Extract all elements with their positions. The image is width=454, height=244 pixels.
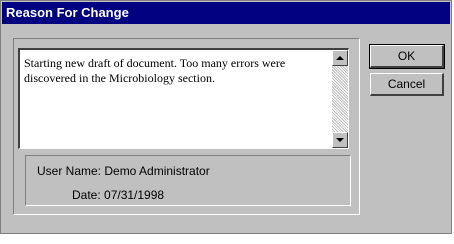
scroll-up-button[interactable] (332, 50, 348, 66)
title-bar: Reason For Change (2, 2, 450, 24)
reason-for-change-dialog: Reason For Change Starting new draft of … (0, 0, 452, 234)
reason-textarea[interactable]: Starting new draft of document. Too many… (18, 48, 349, 149)
scroll-down-button[interactable] (332, 132, 348, 148)
vertical-scrollbar[interactable] (332, 50, 348, 148)
user-info-group: User Name: Demo Administrator Date: 07/3… (25, 155, 351, 206)
dialog-title: Reason For Change (6, 5, 129, 20)
reason-text[interactable]: Starting new draft of document. Too many… (24, 56, 320, 86)
ok-button[interactable]: OK (369, 44, 445, 69)
arrow-up-icon (336, 56, 344, 60)
date-label: Date: 07/31/1998 (72, 188, 165, 202)
cancel-button[interactable]: Cancel (370, 73, 444, 96)
user-name-label: User Name: Demo Administrator (37, 164, 210, 178)
arrow-down-icon (336, 138, 344, 142)
